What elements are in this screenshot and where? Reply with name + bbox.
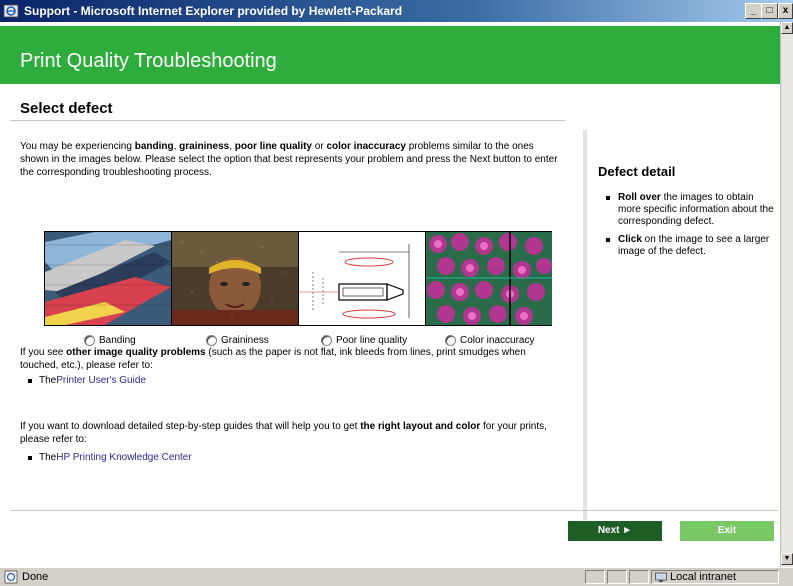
header-banner: Print Quality Troubleshooting xyxy=(0,26,780,84)
bullet-icon xyxy=(606,238,610,242)
list-item: The HP Printing Knowledge Center xyxy=(28,452,192,463)
bullet-icon xyxy=(606,196,610,200)
footer-divider xyxy=(10,510,778,511)
list-item: Click on the image to see a larger image… xyxy=(598,234,778,258)
list-item: The Printer User's Guide xyxy=(28,375,146,386)
other-problems-text: If you see other image quality problems … xyxy=(20,347,526,371)
option-label: Banding xyxy=(99,334,136,346)
download-text: If you want to download detailed step-by… xyxy=(20,421,547,445)
defect-detail-panel: Defect detail Roll over the images to ob… xyxy=(583,130,780,520)
section-title: Select defect xyxy=(20,100,113,117)
section-divider xyxy=(10,120,565,121)
status-cell xyxy=(629,570,649,584)
page-done-icon xyxy=(4,570,18,584)
vertical-scrollbar[interactable]: ▲ ▼ xyxy=(780,22,793,567)
close-button[interactable]: x xyxy=(778,3,793,19)
browser-viewport: Print Quality Troubleshooting Select def… xyxy=(0,22,780,567)
zone-cell: Local intranet xyxy=(651,570,779,584)
bullet-icon xyxy=(28,378,32,383)
printer-users-guide-link[interactable]: Printer User's Guide xyxy=(56,375,146,386)
hp-printing-knowledge-center-link[interactable]: HP Printing Knowledge Center xyxy=(56,452,191,463)
window-title-bar[interactable]: Support - Microsoft Internet Explorer pr… xyxy=(0,0,793,22)
defect-detail-list: Roll over the images to obtain more spec… xyxy=(598,192,778,264)
scroll-up-icon[interactable]: ▲ xyxy=(781,22,793,34)
status-text: Done xyxy=(22,571,49,583)
scroll-down-icon[interactable]: ▼ xyxy=(781,553,793,565)
zone-text: Local intranet xyxy=(670,571,737,583)
defect-detail-title: Defect detail xyxy=(598,164,676,179)
grainy-portrait-image[interactable] xyxy=(172,232,298,325)
internet-explorer-icon xyxy=(3,4,19,18)
banner-title: Print Quality Troubleshooting xyxy=(20,50,277,72)
window-title: Support - Microsoft Internet Explorer pr… xyxy=(24,4,403,18)
local-intranet-icon xyxy=(655,572,667,582)
technical-drawing-image[interactable] xyxy=(299,232,425,325)
maximize-button[interactable]: □ xyxy=(761,3,778,19)
graininess-radio[interactable] xyxy=(206,334,217,346)
next-button[interactable]: Next ► xyxy=(568,521,662,541)
kayaks-banding-image[interactable] xyxy=(45,232,171,325)
exit-button[interactable]: Exit xyxy=(680,521,774,541)
flower-pattern-image[interactable] xyxy=(426,232,552,325)
color-inaccuracy-radio[interactable] xyxy=(445,334,456,346)
defect-images-strip xyxy=(44,231,552,326)
bullet-icon xyxy=(28,455,32,460)
minimize-button[interactable]: _ xyxy=(745,3,762,19)
list-item: Roll over the images to obtain more spec… xyxy=(598,192,778,228)
option-label: Color inaccuracy xyxy=(460,334,535,346)
status-cell xyxy=(607,570,627,584)
banding-radio[interactable] xyxy=(84,334,95,346)
poor-line-quality-radio[interactable] xyxy=(321,334,332,346)
intro-text: You may be experiencing banding, grainin… xyxy=(20,141,558,178)
option-label: Poor line quality xyxy=(336,334,408,346)
status-cell xyxy=(585,570,605,584)
status-bar: Done Local intranet xyxy=(0,567,793,586)
option-label: Graininess xyxy=(221,334,269,346)
